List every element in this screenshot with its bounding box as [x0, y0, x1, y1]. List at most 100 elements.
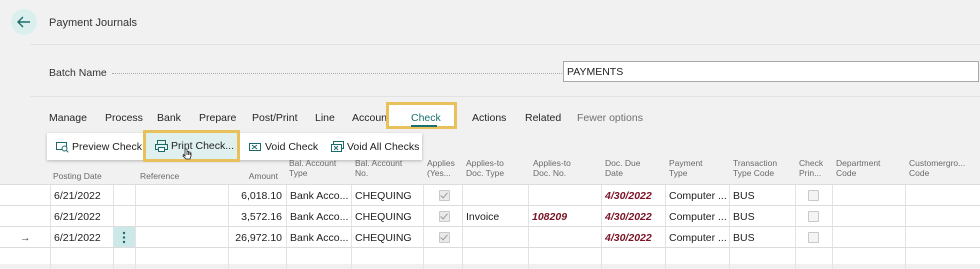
doc-due-date-cell[interactable]: 4/30/2022: [601, 185, 665, 206]
doc-due-date-cell[interactable]: 4/30/2022: [601, 206, 665, 227]
applies-to-doc-type-cell[interactable]: [462, 227, 528, 248]
applies-checkbox[interactable]: [439, 211, 450, 222]
applies-to-doc-type-cell[interactable]: Invoice: [462, 206, 528, 227]
reference-cell[interactable]: [135, 248, 228, 269]
menu-account[interactable]: Accoun: [352, 112, 387, 124]
bal-account-no-cell[interactable]: CHEQUING: [351, 206, 423, 227]
department-code-cell[interactable]: [832, 248, 905, 269]
check-printed-cell[interactable]: [795, 248, 832, 269]
menu-actions[interactable]: Actions: [472, 112, 506, 124]
tab-check[interactable]: Check: [386, 102, 457, 129]
transaction-type-code-cell[interactable]: BUS: [729, 185, 795, 206]
menu-fewer-options[interactable]: Fewer options: [577, 112, 643, 124]
menu-manage[interactable]: Manage: [49, 112, 87, 124]
applies-checkbox-cell[interactable]: [423, 248, 462, 269]
applies-checkbox-cell[interactable]: [423, 206, 462, 227]
row-actions-button[interactable]: [113, 227, 135, 248]
doc-due-date-cell[interactable]: 4/30/2022: [601, 227, 665, 248]
amount-cell[interactable]: 6,018.10: [228, 185, 286, 206]
col-header-bal-account-no[interactable]: Bal. Account No.: [352, 158, 412, 182]
department-code-cell[interactable]: [832, 185, 905, 206]
col-header-check-printed[interactable]: Check Prin...: [796, 158, 826, 182]
menu-related[interactable]: Related: [525, 112, 561, 124]
col-header-applies-to-doc-type[interactable]: Applies-to Doc. Type: [463, 158, 523, 182]
amount-cell[interactable]: 3,572.16: [228, 206, 286, 227]
col-header-applies-to-doc-no[interactable]: Applies-to Doc. No.: [530, 158, 590, 182]
table-row[interactable]: 6/21/2022 3,572.16 Bank Acco... CHEQUING…: [0, 205, 980, 227]
menu-process[interactable]: Process: [105, 112, 143, 124]
reference-cell[interactable]: [135, 185, 228, 206]
reference-cell[interactable]: [135, 206, 228, 227]
check-printed-checkbox[interactable]: [808, 211, 819, 222]
print-check-button[interactable]: Print Check...: [143, 130, 240, 162]
transaction-type-code-cell[interactable]: BUS: [729, 227, 795, 248]
col-header-amount[interactable]: Amount: [228, 160, 284, 184]
customergroup-code-cell[interactable]: [905, 227, 980, 248]
posting-date-cell[interactable]: 6/21/2022: [50, 227, 113, 248]
bal-account-type-cell[interactable]: Bank Acco...: [286, 185, 351, 206]
amount-cell[interactable]: [228, 248, 286, 269]
payment-type-cell[interactable]: Computer ...: [665, 227, 729, 248]
payment-type-cell[interactable]: [665, 248, 729, 269]
customergroup-code-cell[interactable]: [905, 206, 980, 227]
transaction-type-code-cell[interactable]: [729, 248, 795, 269]
check-printed-checkbox[interactable]: [808, 190, 819, 201]
col-header-department-code[interactable]: Department Code: [833, 158, 893, 182]
reference-cell[interactable]: [135, 227, 228, 248]
col-header-applies-yes[interactable]: Applies (Yes...: [424, 158, 458, 182]
col-header-payment-type[interactable]: Payment Type: [666, 158, 721, 182]
transaction-type-code-cell[interactable]: BUS: [729, 206, 795, 227]
applies-checkbox-cell[interactable]: [423, 227, 462, 248]
customergroup-code-cell[interactable]: [905, 185, 980, 206]
menu-prepare[interactable]: Prepare: [199, 112, 236, 124]
applies-to-doc-no-cell[interactable]: [528, 248, 601, 269]
batch-name-input[interactable]: PAYMENTS: [563, 61, 979, 82]
bal-account-type-cell[interactable]: Bank Acco...: [286, 227, 351, 248]
col-header-customergroup-code[interactable]: Customergro... Code: [906, 158, 976, 182]
bal-account-no-cell[interactable]: [351, 248, 423, 269]
menu-line[interactable]: Line: [315, 112, 335, 124]
applies-to-doc-no-cell[interactable]: [528, 227, 601, 248]
menu-post-print[interactable]: Post/Print: [252, 112, 298, 124]
doc-due-date-cell[interactable]: [601, 248, 665, 269]
col-header-bal-account-type[interactable]: Bal. Account Type: [286, 158, 346, 182]
preview-check-button[interactable]: Preview Check: [56, 141, 142, 153]
table-row[interactable]: → 6/21/2022 26,972.10 Bank Acco... CHEQU…: [0, 226, 980, 248]
bal-account-type-cell[interactable]: Bank Acco...: [286, 206, 351, 227]
payment-type-cell[interactable]: Computer ...: [665, 185, 729, 206]
department-code-cell[interactable]: [832, 227, 905, 248]
customergroup-code-cell[interactable]: [905, 248, 980, 269]
col-header-reference[interactable]: Reference: [137, 160, 227, 184]
bal-account-no-cell[interactable]: CHEQUING: [351, 227, 423, 248]
void-check-button[interactable]: Void Check: [249, 141, 318, 153]
void-all-checks-button[interactable]: Void All Checks: [331, 141, 419, 153]
check-printed-cell[interactable]: [795, 227, 832, 248]
menu-bank[interactable]: Bank: [157, 112, 181, 124]
bal-account-no-cell[interactable]: CHEQUING: [351, 185, 423, 206]
col-header-posting-date[interactable]: Posting Date: [50, 160, 135, 184]
department-code-cell[interactable]: [832, 206, 905, 227]
applies-to-doc-no-cell[interactable]: 108209: [528, 206, 601, 227]
applies-to-doc-type-cell[interactable]: [462, 185, 528, 206]
payment-type-cell[interactable]: Computer ...: [665, 206, 729, 227]
row-indicator: [0, 185, 50, 206]
amount-cell[interactable]: 26,972.10: [228, 227, 286, 248]
applies-to-doc-type-cell[interactable]: [462, 248, 528, 269]
applies-checkbox-cell[interactable]: [423, 185, 462, 206]
col-header-doc-due-date[interactable]: Doc. Due Date: [602, 158, 652, 182]
posting-date-cell[interactable]: [50, 248, 113, 269]
bal-account-type-cell[interactable]: [286, 248, 351, 269]
applies-to-doc-no-cell[interactable]: [528, 185, 601, 206]
posting-date-cell[interactable]: 6/21/2022: [50, 185, 113, 206]
check-printed-cell[interactable]: [795, 206, 832, 227]
check-printed-cell[interactable]: [795, 185, 832, 206]
check-printed-checkbox[interactable]: [808, 232, 819, 243]
back-button[interactable]: [11, 9, 37, 35]
table-row[interactable]: 6/21/2022 6,018.10 Bank Acco... CHEQUING…: [0, 184, 980, 206]
col-header-transaction-type-code[interactable]: Transaction Type Code: [730, 158, 785, 182]
row-indicator: [0, 248, 50, 269]
applies-checkbox[interactable]: [439, 232, 450, 243]
applies-checkbox[interactable]: [439, 190, 450, 201]
posting-date-cell[interactable]: 6/21/2022: [50, 206, 113, 227]
table-row[interactable]: [0, 247, 980, 269]
